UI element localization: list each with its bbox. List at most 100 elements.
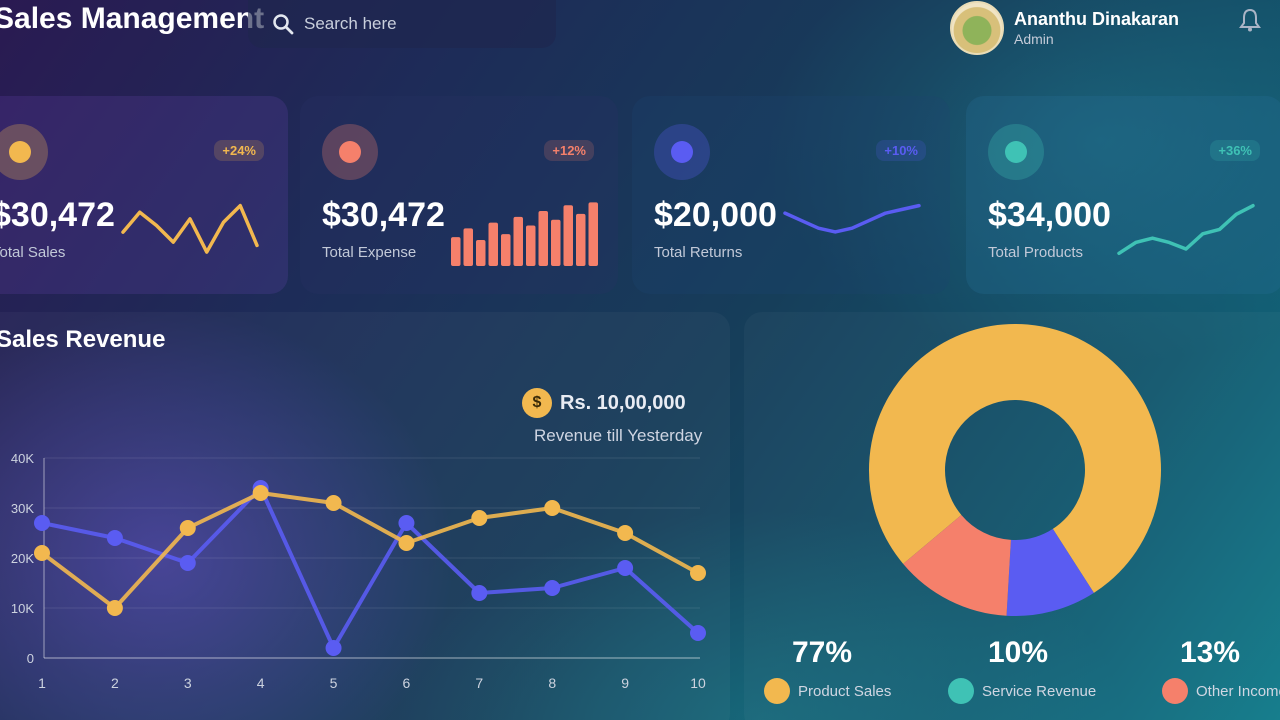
- legend-label: Other Income: [1196, 682, 1280, 700]
- data-point: [471, 585, 488, 601]
- stat-card-products[interactable]: +36% $34,000 Total Products: [966, 96, 1280, 294]
- search-input[interactable]: [304, 14, 524, 34]
- legend-percent: 13%: [1180, 636, 1241, 669]
- x-tick-label: 4: [257, 675, 265, 691]
- search-box[interactable]: [248, 0, 556, 48]
- x-tick-label: 6: [403, 675, 411, 691]
- data-point: [106, 600, 123, 616]
- series-line: [40, 491, 699, 610]
- avatar[interactable]: [950, 1, 1004, 55]
- stat-badge: +24%: [214, 140, 264, 161]
- stat-badge: +12%: [544, 140, 594, 161]
- sparkline-returns: [783, 203, 921, 234]
- data-point: [252, 485, 269, 501]
- search-icon: [273, 14, 294, 35]
- spark-bar: [476, 239, 486, 266]
- user-info: Ananthu Dinakaran Admin: [1014, 8, 1179, 48]
- data-point: [544, 580, 561, 596]
- data-point: [106, 530, 123, 546]
- stat-card-sales[interactable]: +24% $30,472 Total Sales: [0, 96, 288, 294]
- user-role: Admin: [1014, 30, 1054, 47]
- wallet-icon: [339, 141, 361, 163]
- data-point: [179, 520, 196, 536]
- x-tick-label: 2: [111, 675, 119, 691]
- stat-value: $34,000: [988, 196, 1111, 234]
- x-tick-label: 9: [621, 675, 629, 691]
- legend-item: 10% Service Revenue: [948, 636, 1096, 704]
- coin-icon: [9, 141, 31, 163]
- sparkline-sales: [121, 203, 259, 254]
- data-point: [617, 560, 634, 576]
- stat-icon-expense: [322, 124, 378, 180]
- box-icon: [1005, 141, 1027, 163]
- y-tick-label: 0: [27, 651, 34, 666]
- stat-label: Total Sales: [0, 244, 66, 261]
- x-tick-label: 3: [184, 675, 192, 691]
- x-tick-label: 1: [38, 675, 46, 691]
- sparkline-products: [1117, 203, 1255, 256]
- x-tick-label: 7: [475, 675, 483, 691]
- legend-swatch: [1162, 678, 1188, 704]
- spark-line: [1117, 203, 1255, 256]
- top-bar: Sales Management Ananthu Dinakaran Admin: [0, 0, 1280, 60]
- app-title: Sales Management: [0, 2, 265, 35]
- spark-bar: [551, 219, 561, 266]
- series-line: [41, 486, 700, 650]
- total-revenue-value: Rs. 10,00,000: [560, 392, 686, 414]
- spark-bar: [463, 228, 473, 266]
- bell-icon: [1239, 8, 1261, 32]
- legend-item: 13% Other Income: [1162, 636, 1280, 704]
- stat-badge: +10%: [876, 140, 926, 161]
- stat-badge: +36%: [1210, 140, 1260, 161]
- data-point: [544, 500, 561, 516]
- stat-icon-returns: [654, 124, 710, 180]
- stat-icon-products: [988, 124, 1044, 180]
- spark-bar: [563, 205, 573, 266]
- user-profile[interactable]: Ananthu Dinakaran Admin: [950, 0, 1179, 56]
- data-point: [690, 565, 706, 581]
- y-tick-label: 10K: [11, 601, 34, 616]
- data-point: [398, 535, 415, 551]
- sales-revenue-chart: 0 10K 20K 30K 40K 1 2 3 4 5 6 7 8 9 10: [11, 451, 706, 691]
- legend-item: 77% Product Sales: [764, 636, 891, 704]
- spark-bar: [513, 216, 523, 266]
- return-icon: [671, 141, 693, 163]
- x-tick-label: 8: [548, 675, 556, 691]
- user-name: Ananthu Dinakaran: [1014, 9, 1180, 29]
- currency-icon: $: [522, 388, 552, 418]
- data-point: [325, 495, 342, 511]
- data-point: [34, 515, 50, 531]
- data-point: [325, 640, 342, 656]
- legend-percent: 77%: [792, 636, 853, 669]
- legend-swatch: [764, 678, 790, 704]
- spark-bar: [501, 234, 511, 266]
- x-tick-label: 10: [690, 675, 706, 691]
- spark-line: [121, 203, 259, 254]
- stat-card-returns[interactable]: +10% $20,000 Total Returns: [632, 96, 950, 294]
- data-point: [690, 625, 706, 641]
- legend-label: Service Revenue: [982, 682, 1097, 700]
- stat-label: Total Products: [988, 244, 1084, 261]
- data-point: [34, 545, 50, 561]
- y-tick-label: 40K: [11, 451, 34, 466]
- legend-label: Product Sales: [798, 682, 892, 700]
- revenue-donut-chart: [869, 324, 1161, 616]
- stat-value: $20,000: [654, 196, 777, 234]
- spark-bar: [488, 222, 498, 266]
- stat-icon-sales: [0, 124, 48, 180]
- spark-bar: [576, 213, 586, 266]
- spark-line: [783, 203, 921, 234]
- spark-bar: [451, 237, 461, 266]
- data-point: [617, 525, 634, 541]
- sparkline-expense: [451, 202, 598, 266]
- stat-label: Total Expense: [322, 244, 417, 261]
- legend-swatch: [948, 678, 974, 704]
- spark-bar: [588, 202, 598, 266]
- y-tick-label: 30K: [11, 501, 34, 516]
- notification-button[interactable]: [1236, 6, 1264, 34]
- data-point: [471, 510, 488, 526]
- data-point: [179, 555, 196, 571]
- stat-card-expense[interactable]: +12% $30,472 Total Expense: [300, 96, 618, 294]
- y-tick-label: 20K: [11, 551, 34, 566]
- stat-label: Total Returns: [654, 244, 743, 261]
